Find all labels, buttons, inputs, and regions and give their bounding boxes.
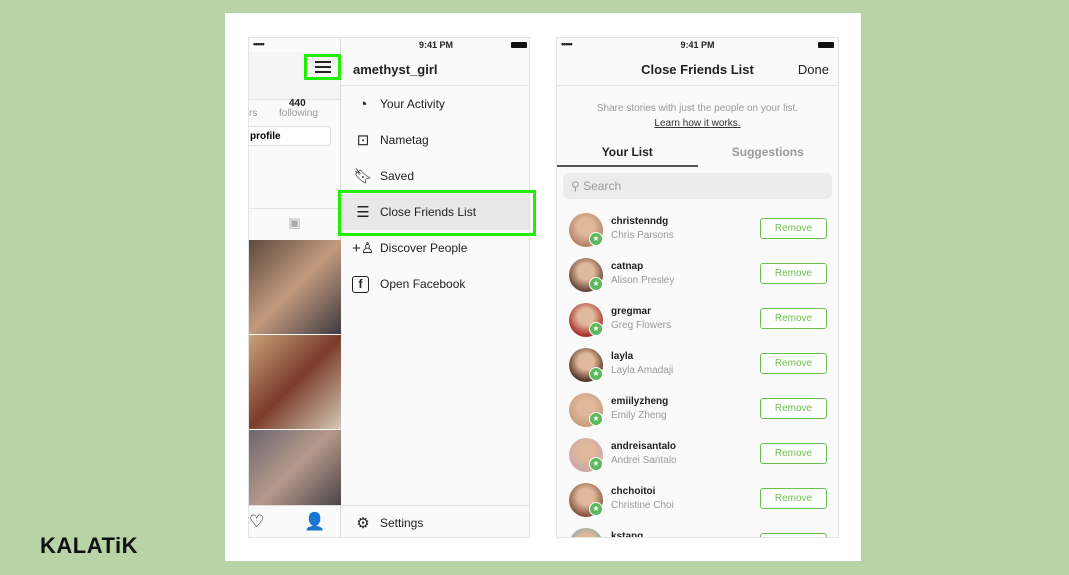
friend-row: ★ christenndg Chris Parsons Remove	[557, 211, 838, 256]
menu-item-label: Nametag	[380, 133, 429, 147]
edit-profile-button[interactable]: profile	[249, 126, 331, 146]
search-placeholder: Search	[583, 179, 622, 193]
settings-label: Settings	[380, 516, 424, 530]
signal-icon: •••••	[253, 39, 265, 49]
friend-name: Christine Choi	[611, 500, 674, 511]
remove-button[interactable]: Remove	[760, 308, 827, 329]
remove-button[interactable]: Remove	[760, 488, 827, 509]
status-time: 9:41 PM	[418, 40, 453, 50]
friend-username: christenndg	[611, 216, 669, 227]
star-badge-icon: ★	[589, 322, 603, 336]
following-label: following	[279, 108, 318, 119]
right-phone: ••••• 9:41 PM Close Friends List Done Shar…	[556, 37, 839, 538]
battery-icon	[818, 42, 834, 48]
settings-button[interactable]: ⚙ Settings	[341, 505, 529, 537]
bookmark-icon: 🔖︎	[353, 168, 373, 185]
menu-item-label: Saved	[380, 169, 415, 183]
friend-name: Emily Zheng	[611, 410, 667, 421]
done-button[interactable]: Done	[798, 62, 829, 77]
star-badge-icon: ★	[589, 457, 603, 471]
remove-button[interactable]: Remove	[760, 443, 827, 464]
left-phone: ••••• rs 440 following profile ▣ ♡ 👤 9:4…	[248, 37, 530, 538]
friend-row: ★ andreisantalo Andrei Santalo Remove	[557, 436, 838, 481]
activity-icon: ◔	[358, 95, 368, 113]
friend-username: chchoitoi	[611, 486, 656, 497]
profile-icon[interactable]: 👤	[304, 512, 325, 532]
facebook-icon: f	[352, 275, 369, 293]
username: amethyst_girl	[353, 62, 438, 77]
avatar	[569, 528, 603, 537]
friend-row: ★ gregmar Greg Flowers Remove	[557, 301, 838, 346]
add-person-icon: +♙	[352, 240, 375, 257]
star-badge-icon: ★	[589, 277, 603, 291]
kalatik-logo: KALATiK	[40, 533, 139, 558]
heart-icon[interactable]: ♡	[249, 512, 264, 532]
gear-icon: ⚙	[356, 515, 370, 532]
friend-username: catnap	[611, 261, 644, 272]
highlight-close-friends	[338, 190, 536, 236]
menu-item-label: Your Activity	[380, 97, 445, 111]
menu-item-saved[interactable]: 🔖︎ Saved	[341, 158, 529, 194]
followers-label: rs	[249, 108, 258, 119]
hamburger-menu-button[interactable]	[304, 54, 341, 80]
friend-row: ★ kstang Remove	[557, 526, 838, 538]
remove-button[interactable]: Remove	[760, 263, 827, 284]
description: Share stories with just the people on yo…	[596, 103, 799, 114]
menu-item-nametag[interactable]: ⊡ Nametag	[341, 122, 529, 158]
menu-item-label: Open Facebook	[380, 277, 466, 291]
remove-button[interactable]: Remove	[760, 533, 827, 537]
page-title: Close Friends List	[641, 62, 754, 77]
friend-username: layla	[611, 351, 634, 362]
nametag-icon: ⊡	[356, 132, 370, 149]
photo-thumbnail[interactable]	[249, 240, 341, 334]
friend-name: Chris Parsons	[611, 230, 674, 241]
tab-your-list[interactable]: Your List	[557, 145, 698, 167]
friend-row: ★ catnap Alison Presley Remove	[557, 256, 838, 301]
friend-name: Alison Presley	[611, 275, 675, 286]
star-badge-icon: ★	[589, 232, 603, 246]
friend-username: gregmar	[611, 306, 652, 317]
photo-thumbnail[interactable]	[249, 430, 341, 505]
friend-username: kstang	[611, 531, 644, 538]
menu-item-open-facebook[interactable]: f Open Facebook	[341, 266, 529, 302]
battery-icon	[511, 42, 527, 48]
friend-row: ★ chchoitoi Christine Choi Remove	[557, 481, 838, 526]
remove-button[interactable]: Remove	[760, 353, 827, 374]
remove-button[interactable]: Remove	[760, 218, 827, 239]
friend-name: Greg Flowers	[611, 320, 672, 331]
photo-thumbnail[interactable]	[249, 335, 341, 429]
friend-row: ★ emiilyzheng Emily Zheng Remove	[557, 391, 838, 436]
tagged-icon[interactable]: ▣	[249, 208, 340, 240]
search-icon: ⚲	[571, 179, 584, 193]
tab-suggestions[interactable]: Suggestions	[698, 145, 839, 167]
friend-name: Layla Amadaji	[611, 365, 674, 376]
star-badge-icon: ★	[589, 502, 603, 516]
learn-more-link[interactable]: Learn how it works.	[654, 118, 740, 129]
friend-username: andreisantalo	[611, 441, 677, 452]
side-menu: 9:41 PM amethyst_girl ◔ Your Activity ⊡ Na…	[341, 38, 529, 537]
menu-item-your-activity[interactable]: ◔ Your Activity	[341, 86, 529, 122]
profile-partial: ••••• rs 440 following profile ▣ ♡ 👤	[249, 38, 341, 537]
friend-username: emiilyzheng	[611, 396, 669, 407]
friend-name: Andrei Santalo	[611, 455, 677, 466]
search-input[interactable]: ⚲ Search	[563, 173, 832, 199]
status-time: 9:41 PM	[680, 40, 715, 50]
star-badge-icon: ★	[589, 367, 603, 381]
star-badge-icon: ★	[589, 412, 603, 426]
remove-button[interactable]: Remove	[760, 398, 827, 419]
friend-row: ★ layla Layla Amadaji Remove	[557, 346, 838, 391]
menu-item-label: Discover People	[380, 241, 468, 255]
